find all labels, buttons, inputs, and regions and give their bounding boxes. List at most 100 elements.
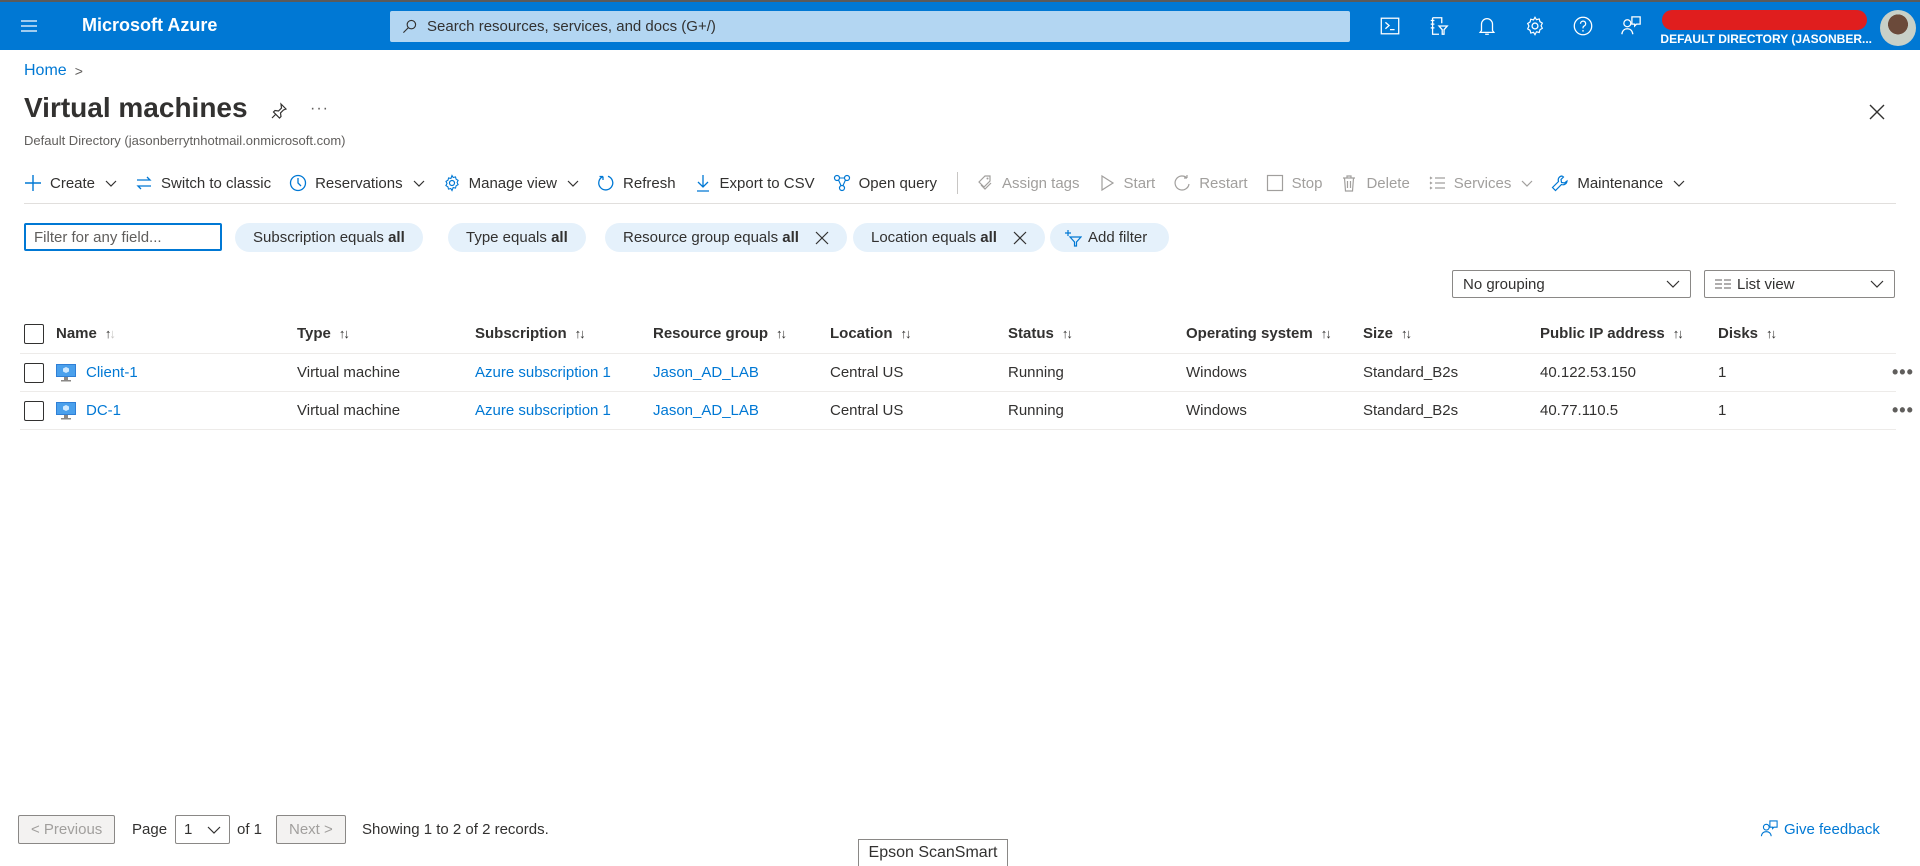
settings-icon[interactable] (1524, 15, 1548, 39)
chevron-down-icon (413, 180, 425, 187)
feedback-icon (1760, 820, 1778, 837)
filter-pill-location[interactable]: Location equals all (853, 223, 1045, 252)
breadcrumb-home[interactable]: Home (24, 62, 67, 80)
column-header-disks[interactable]: Disks ↑↓ (1718, 314, 1777, 353)
cell-public-ip: 40.77.110.5 (1540, 402, 1619, 419)
feedback-icon[interactable] (1620, 15, 1644, 39)
filter-pill-label: Type equals all (466, 229, 568, 246)
refresh-button[interactable]: Refresh (597, 174, 676, 192)
avatar[interactable] (1880, 10, 1916, 46)
remove-filter-icon[interactable] (815, 231, 829, 245)
column-header-location[interactable]: Location ↑↓ (830, 314, 912, 353)
directory-filter-icon[interactable] (1428, 15, 1452, 39)
breadcrumb-separator: > (74, 63, 83, 79)
reservations-button[interactable]: Reservations (289, 174, 425, 192)
help-icon[interactable] (1572, 15, 1596, 39)
column-header-resource-group[interactable]: Resource group ↑↓ (653, 314, 787, 353)
column-header-os[interactable]: Operating system ↑↓ (1186, 314, 1332, 353)
filter-pill-subscription[interactable]: Subscription equals all (235, 223, 423, 252)
table-header-row: Name ↑↓ Type ↑↓ Subscription ↑↓ Resource gr… (20, 314, 1896, 354)
menu-icon[interactable] (20, 17, 38, 35)
account-menu[interactable]: DEFAULT DIRECTORY (JASONBER... (1660, 8, 1872, 48)
toolbar-divider (24, 203, 1896, 204)
export-csv-button[interactable]: Export to CSV (694, 174, 815, 192)
column-header-size[interactable]: Size ↑↓ (1363, 314, 1412, 353)
stop-button[interactable]: Stop (1266, 174, 1322, 192)
column-header-status[interactable]: Status ↑↓ (1008, 314, 1073, 353)
manage-view-button[interactable]: Manage view (443, 174, 579, 192)
portal-brand[interactable]: Microsoft Azure (82, 15, 217, 36)
filter-pill-label: Location equals all (871, 229, 997, 246)
select-all-checkbox[interactable] (24, 314, 44, 353)
row-checkbox[interactable] (24, 392, 44, 429)
chevron-down-icon (1673, 180, 1685, 187)
close-icon[interactable] (1868, 103, 1886, 121)
pin-icon[interactable] (270, 102, 288, 120)
clock-icon (289, 174, 307, 192)
view-mode-dropdown[interactable]: List view (1704, 270, 1895, 298)
account-directory: DEFAULT DIRECTORY (JASONBER... (1660, 32, 1872, 46)
breadcrumb: Home > (24, 62, 83, 80)
table-row[interactable]: DC-1 Virtual machine Azure subscription … (20, 392, 1913, 430)
column-header-subscription[interactable]: Subscription ↑↓ (475, 314, 586, 353)
services-button[interactable]: Services (1428, 174, 1534, 192)
filter-pill-type[interactable]: Type equals all (448, 223, 586, 252)
column-header-type[interactable]: Type ↑↓ (297, 314, 350, 353)
delete-button[interactable]: Delete (1340, 174, 1410, 192)
previous-page-button[interactable]: < Previous (18, 815, 116, 844)
create-button[interactable]: Create (24, 174, 117, 192)
cell-location: Central US (830, 402, 904, 419)
notifications-icon[interactable] (1476, 15, 1500, 39)
cell-public-ip: 40.122.53.150 (1540, 364, 1636, 381)
next-page-button[interactable]: Next > (276, 815, 346, 844)
sort-icon: ↑↓ (104, 326, 116, 341)
vm-name-link[interactable]: Client-1 (86, 364, 138, 381)
view-mode-value: List view (1737, 275, 1795, 293)
chevron-down-icon (567, 180, 579, 187)
start-button[interactable]: Start (1098, 174, 1155, 192)
give-feedback-link[interactable]: Give feedback (1760, 820, 1880, 838)
restart-button[interactable]: Restart (1173, 174, 1248, 192)
vm-icon (56, 401, 76, 419)
cell-os: Windows (1186, 364, 1247, 381)
refresh-label: Refresh (623, 174, 676, 192)
table-row[interactable]: Client-1 Virtual machine Azure subscript… (20, 354, 1913, 392)
maintenance-button[interactable]: Maintenance (1551, 174, 1685, 192)
row-more-button[interactable]: ••• (1892, 354, 1914, 391)
chevron-down-icon (1870, 280, 1884, 288)
global-search[interactable]: Search resources, services, and docs (G+… (390, 11, 1350, 42)
subscription-link[interactable]: Azure subscription 1 (475, 354, 611, 391)
row-checkbox[interactable] (24, 354, 44, 391)
switch-to-classic-button[interactable]: Switch to classic (135, 174, 271, 192)
filter-input[interactable] (24, 223, 222, 251)
add-filter-button[interactable]: Add filter (1050, 223, 1170, 252)
more-options-button[interactable]: ··· (310, 100, 329, 118)
remove-filter-icon[interactable] (1013, 231, 1027, 245)
sort-icon: ↑↓ (1061, 326, 1073, 341)
records-summary: Showing 1 to 2 of 2 records. (362, 821, 549, 838)
cloud-shell-icon[interactable] (1379, 15, 1403, 39)
row-more-button[interactable]: ••• (1892, 392, 1914, 429)
open-query-button[interactable]: Open query (833, 174, 937, 192)
grouping-dropdown[interactable]: No grouping (1452, 270, 1691, 298)
cell-location: Central US (830, 364, 904, 381)
manage-view-label: Manage view (468, 174, 558, 192)
column-header-name[interactable]: Name ↑↓ (56, 314, 116, 353)
cell-size: Standard_B2s (1363, 364, 1459, 381)
vm-name-link[interactable]: DC-1 (86, 402, 121, 419)
cell-type: Virtual machine (297, 364, 401, 381)
subscription-link[interactable]: Azure subscription 1 (475, 392, 611, 429)
assign-tags-button[interactable]: Assign tags (976, 174, 1080, 192)
page-select[interactable]: 1 (175, 815, 230, 844)
chevron-down-icon (1521, 180, 1533, 187)
resource-group-link[interactable]: Jason_AD_LAB (653, 354, 759, 391)
filter-pill-resource-group[interactable]: Resource group equals all (605, 223, 847, 252)
sort-icon: ↑↓ (1401, 326, 1412, 341)
delete-label: Delete (1366, 174, 1410, 192)
download-icon (696, 175, 709, 192)
chevron-down-icon (207, 826, 221, 834)
column-header-public-ip[interactable]: Public IP address ↑↓ (1540, 314, 1684, 353)
filter-pill-label: Resource group equals all (623, 229, 799, 246)
resource-group-link[interactable]: Jason_AD_LAB (653, 392, 759, 429)
cell-size: Standard_B2s (1363, 402, 1459, 419)
